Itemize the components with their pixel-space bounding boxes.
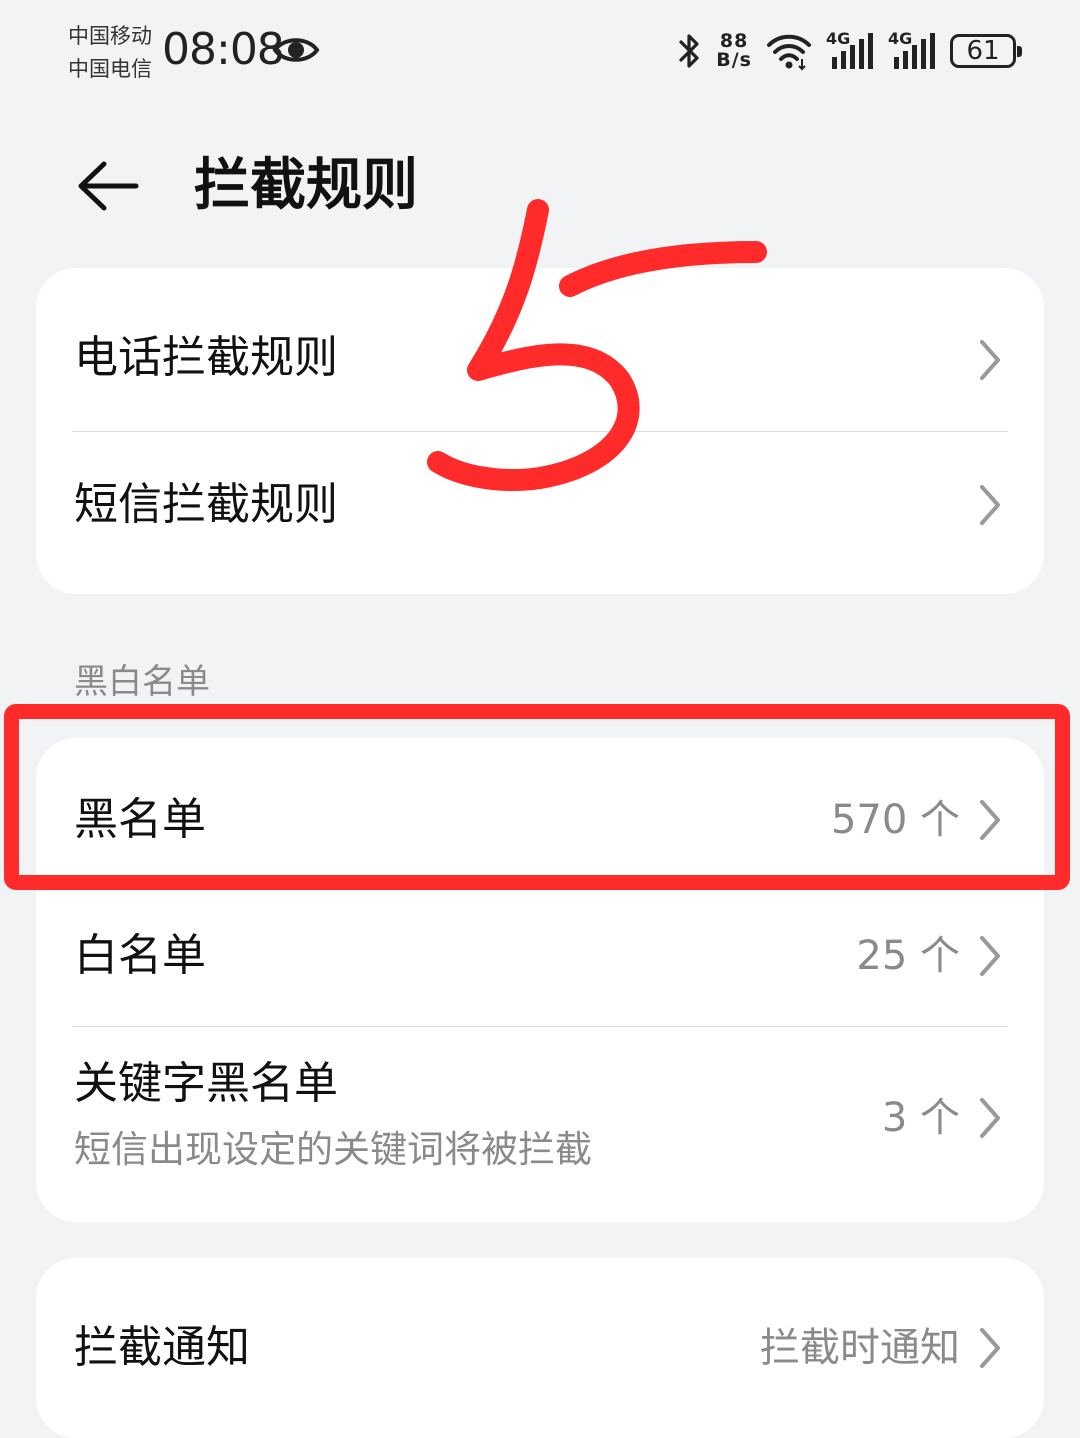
blacklist-count: 570 个 <box>830 797 960 843</box>
carrier-2: 中国电信 <box>68 57 152 81</box>
chevron-right-icon <box>980 1098 1000 1138</box>
clock: 08:08 <box>162 24 285 75</box>
keyword-blacklist-item[interactable]: 关键字黑名单 短信出现设定的关键词将被拦截 3 个 <box>36 1026 1044 1222</box>
whitelist-count: 25 个 <box>856 933 960 979</box>
carrier-names: 中国移动 中国电信 <box>68 20 152 86</box>
chevron-right-icon <box>980 1328 1000 1368</box>
signal-icon: 4G <box>826 31 874 71</box>
keyword-blacklist-subtitle: 短信出现设定的关键词将被拦截 <box>74 1128 592 1171</box>
status-bar: 中国移动 中国电信 08:08 88 B/s 4G 4G 61 <box>0 0 1080 100</box>
call-block-rules-label: 电话拦截规则 <box>74 332 338 383</box>
chevron-right-icon <box>980 485 1000 525</box>
sms-block-rules-item[interactable]: 短信拦截规则 <box>36 431 1044 594</box>
rules-card: 电话拦截规则 短信拦截规则 <box>36 268 1044 594</box>
section-label: 黑白名单 <box>74 662 210 702</box>
blacklist-item[interactable]: 黑名单 570 个 <box>36 738 1044 888</box>
network-speed: 88 B/s <box>716 32 752 70</box>
chevron-right-icon <box>980 800 1000 840</box>
keyword-blacklist-label: 关键字黑名单 <box>74 1058 338 1109</box>
page-title: 拦截规则 <box>194 153 418 218</box>
blacklist-label: 黑名单 <box>74 794 206 845</box>
eye-icon <box>272 38 320 62</box>
carrier-1: 中国移动 <box>68 24 152 48</box>
chevron-right-icon <box>980 340 1000 380</box>
block-notification-value: 拦截时通知 <box>760 1325 960 1371</box>
whitelist-label: 白名单 <box>74 930 206 981</box>
lists-card: 黑名单 570 个 白名单 25 个 关键字黑名单 短信出现设定的关键词将被拦截… <box>36 738 1044 1222</box>
back-arrow-icon[interactable] <box>76 158 140 214</box>
signal-icon: 4G <box>888 31 936 71</box>
whitelist-item[interactable]: 白名单 25 个 <box>36 888 1044 1026</box>
keyword-blacklist-count: 3 个 <box>881 1095 960 1141</box>
call-block-rules-item[interactable]: 电话拦截规则 <box>36 268 1044 431</box>
sms-block-rules-label: 短信拦截规则 <box>74 479 338 530</box>
battery-icon: 61 <box>950 34 1022 68</box>
network-speed-unit: B/s <box>716 49 752 71</box>
block-notification-label: 拦截通知 <box>74 1322 250 1373</box>
notify-card: 拦截通知 拦截时通知 <box>36 1258 1044 1438</box>
wifi-icon <box>767 34 811 71</box>
chevron-right-icon <box>980 936 1000 976</box>
bluetooth-icon <box>679 34 699 68</box>
battery-level: 61 <box>966 36 1000 66</box>
status-icons: 88 B/s 4G 4G 61 <box>676 28 1022 74</box>
block-notification-item[interactable]: 拦截通知 拦截时通知 <box>36 1258 1044 1438</box>
